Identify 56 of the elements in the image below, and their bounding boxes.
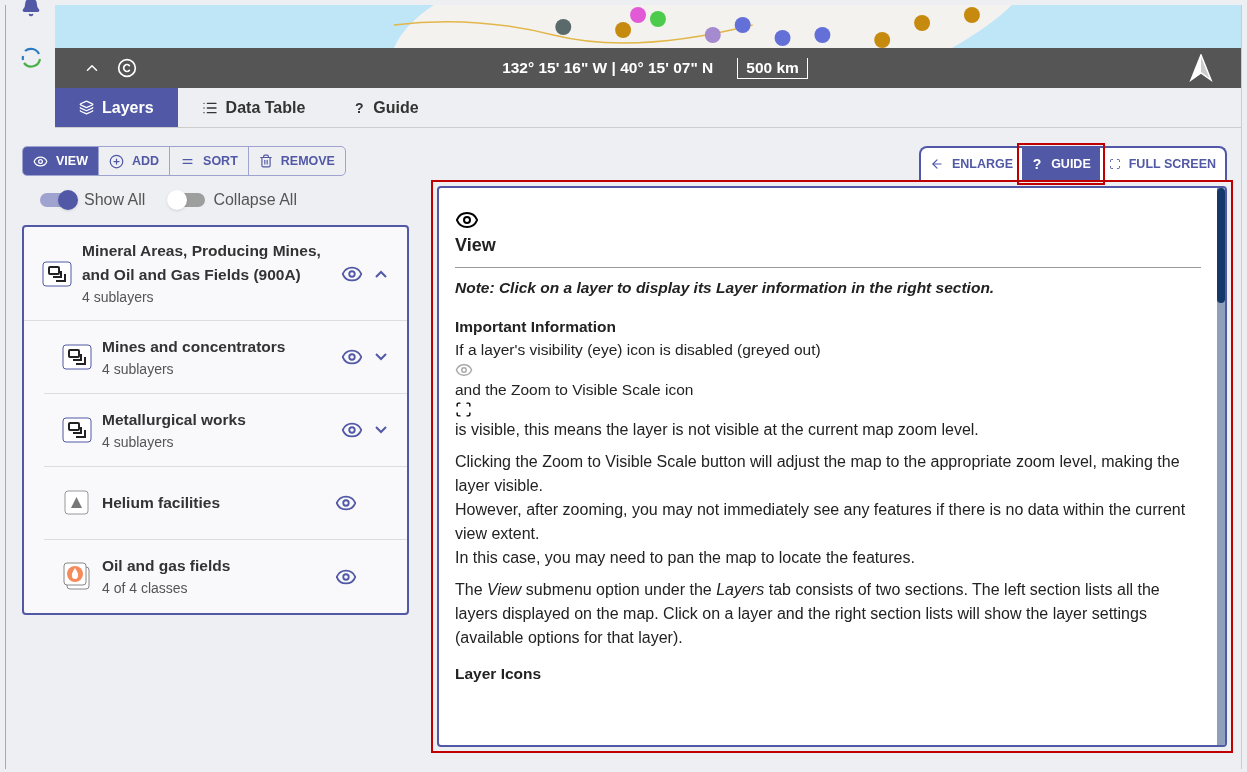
toolbar-button[interactable]: REMOVE — [247, 147, 345, 175]
toggle-switch[interactable] — [169, 193, 206, 207]
arrow-left-icon — [930, 157, 944, 171]
toggle-label: Collapse All — [213, 190, 297, 210]
bell-icon[interactable] — [20, 0, 41, 17]
layer-title[interactable]: Oil and gas fields — [102, 554, 331, 578]
stacked-layers-icon — [62, 344, 92, 370]
layer-subtitle: 4 sublayers — [102, 359, 175, 379]
guide-note: Note: Click on a layer to display its Layer information in the right section. — [455, 278, 995, 298]
chevron-up-icon — [375, 269, 387, 278]
ring-logo-icon — [19, 47, 42, 69]
flame-icon — [63, 561, 91, 592]
guide-paragraph: However, after zooming, you may not immediately see any features if there is no data within the current view extent. — [455, 499, 1187, 544]
guide-paragraph: is visible, this means the layer is not visible at the current map zoom level. — [455, 419, 980, 440]
scale-bar: 500 km — [737, 57, 808, 79]
guide-text: and the Zoom to Visible Scale icon — [455, 379, 694, 400]
question-icon: ? — [353, 99, 366, 116]
guide-paragraph: In this case, you may need to pan the map to locate the features. — [455, 547, 916, 568]
plus-circle-icon — [108, 153, 124, 169]
copyright-icon[interactable] — [117, 58, 137, 78]
north-arrow-icon[interactable] — [1189, 54, 1213, 82]
guide-heading: Important Information — [455, 317, 617, 338]
layers-icon — [79, 100, 94, 115]
tab[interactable]: ? Guide — [329, 88, 443, 127]
zoom-scale-icon — [455, 400, 472, 418]
guide-title: View — [455, 235, 496, 255]
stacked-layers-icon — [62, 417, 92, 443]
panel-button[interactable]: ENLARGE — [921, 148, 1023, 180]
toolbar-button[interactable]: ADD — [97, 147, 170, 175]
guide-paragraph: The View submenu option under the Layers tab consists of two sections. The left section lists all the layers displayed on the map. Click on a layer and the right section lists will show the layer settings (available options for that layer). — [455, 579, 1161, 648]
tab[interactable]: Layers — [55, 88, 178, 127]
layer-subtitle: 4 of 4 classes — [102, 579, 189, 598]
eye-icon — [33, 153, 48, 169]
stacked-layers-icon — [42, 260, 72, 287]
fullscreen-icon — [1108, 158, 1121, 170]
layer-title[interactable]: Helium facilities — [102, 491, 331, 515]
panel-button[interactable]: FULL SCREEN — [1099, 148, 1225, 180]
scrollbar[interactable] — [1217, 188, 1225, 745]
coordinates: 132° 15' 16" W | 40° 15' 07" N — [502, 58, 714, 79]
guide-heading: Layer Icons — [455, 663, 542, 684]
guide-text: If a layer's visibility (eye) icon is disabled (greyed out) — [455, 339, 821, 360]
toolbar-button[interactable]: VIEW — [23, 147, 98, 175]
trash-icon — [258, 154, 273, 168]
toolbar-button[interactable]: SORT — [169, 147, 248, 175]
layer-subtitle: 4 sublayers — [102, 432, 175, 452]
tab[interactable]: Data Table — [177, 88, 330, 127]
layer-title[interactable]: Metallurgical works — [102, 407, 337, 432]
chevron-down-icon — [375, 426, 387, 434]
chevron-down-icon — [375, 353, 387, 361]
layer-subtitle: 4 sublayers — [82, 288, 155, 307]
toggle-label: Show All — [84, 190, 146, 210]
layer-title[interactable]: Mineral Areas, Producing Mines, and Oil and Gas Fields (900A) — [82, 239, 337, 287]
question-icon: ? — [1031, 156, 1044, 172]
layer-title[interactable]: Mines and concentrators — [102, 334, 337, 359]
guide-paragraph: Clicking the Zoom to Visible Scale button will adjust the map to the appropriate zoom level, making the layer visible. — [455, 451, 1181, 496]
toggle-switch[interactable] — [40, 193, 76, 207]
